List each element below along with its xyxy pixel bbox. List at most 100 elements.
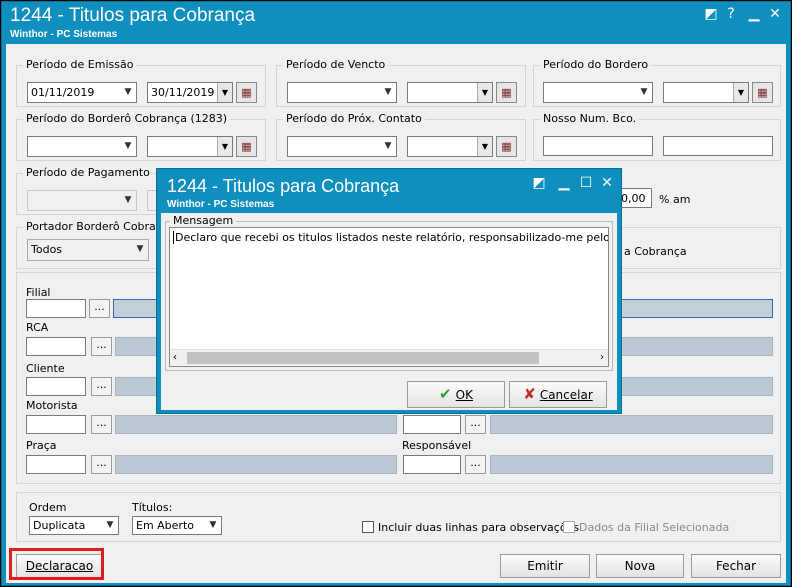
- secondary-search-button[interactable]: ...: [465, 415, 486, 434]
- ok-label: OK: [455, 388, 473, 402]
- calendar-icon[interactable]: ▦: [236, 82, 257, 103]
- mensagem-dialog: 1244 - Titulos para Cobrança Winthor - P…: [156, 168, 622, 414]
- minimize-icon[interactable]: ▁: [745, 6, 763, 22]
- portador-extra-label: a Cobrança: [624, 245, 687, 258]
- calendar-icon[interactable]: ▦: [236, 136, 257, 157]
- ok-button[interactable]: ✔ OK: [407, 381, 505, 408]
- nosso-num-end-input[interactable]: [663, 136, 773, 156]
- maximize-icon[interactable]: ☐: [577, 175, 595, 191]
- portador-select[interactable]: Todos ▼: [27, 239, 149, 261]
- bordero-end-field[interactable]: ▼: [663, 82, 749, 103]
- chevron-down-icon: ▼: [106, 520, 114, 530]
- chevron-down-icon: ▼: [477, 137, 492, 156]
- nosso-num-group: Nosso Num. Bco.: [533, 112, 781, 161]
- chevron-down-icon: ▼: [217, 137, 232, 156]
- chevron-down-icon: ▼: [384, 87, 392, 97]
- cliente-search-button[interactable]: ...: [91, 377, 112, 396]
- mensagem-text: Declaro que recebi os titulos listados n…: [173, 231, 608, 244]
- titulos-value: Em Aberto: [136, 519, 195, 532]
- filial-search-button[interactable]: ...: [89, 299, 110, 318]
- scroll-right-icon[interactable]: ›: [600, 352, 604, 363]
- chevron-down-icon: ▼: [640, 87, 648, 97]
- help-icon[interactable]: ?: [722, 6, 740, 22]
- cancel-button[interactable]: ✘ Cancelar: [509, 381, 607, 408]
- mensagem-textarea[interactable]: Declaro que recebi os titulos listados n…: [169, 227, 609, 367]
- filial-selecionada-label: Dados da Filial Selecionada: [579, 521, 730, 534]
- vencto-end-field[interactable]: ▼: [407, 82, 493, 103]
- pagamento-start-field[interactable]: ▼: [27, 190, 137, 211]
- periodo-emissao-label: Período de Emissão: [23, 58, 137, 71]
- chevron-down-icon: ▼: [124, 87, 132, 97]
- horizontal-scrollbar[interactable]: ‹ ›: [170, 349, 608, 366]
- mensagem-label: Mensagem: [170, 214, 237, 227]
- rca-label: RCA: [26, 321, 49, 334]
- motorista-desc: [115, 415, 397, 434]
- close-icon[interactable]: ✕: [598, 175, 616, 191]
- calendar-icon[interactable]: ▦: [752, 82, 773, 103]
- emissao-start-field[interactable]: 01/11/2019 ▼: [27, 82, 137, 103]
- filial-input[interactable]: [26, 299, 86, 318]
- prox-contato-start-field[interactable]: ▼: [287, 136, 397, 157]
- close-icon[interactable]: ✕: [766, 6, 784, 22]
- praca-input[interactable]: [26, 455, 86, 474]
- periodo-bordero-cobranca-label: Período do Borderô Cobrança (1283): [23, 112, 231, 125]
- prox-contato-end-field[interactable]: ▼: [407, 136, 493, 157]
- titulos-label: Títulos:: [132, 501, 173, 514]
- chevron-down-icon: ▼: [209, 520, 217, 530]
- responsavel-input[interactable]: [403, 455, 461, 474]
- periodo-prox-contato-group: Período do Próx. Contato ▼ ▼ ▦: [276, 112, 526, 161]
- x-icon: ✘: [523, 385, 536, 403]
- restore-icon[interactable]: ◩: [530, 175, 548, 191]
- emissao-start-value: 01/11/2019: [31, 86, 95, 99]
- chevron-down-icon: ▼: [217, 83, 232, 102]
- filial-selecionada-checkbox[interactable]: [563, 521, 575, 533]
- bordero-cobranca-end-field[interactable]: ▼: [147, 136, 233, 157]
- restore-icon[interactable]: ◩: [702, 6, 720, 22]
- motorista-label: Motorista: [26, 399, 78, 412]
- chevron-down-icon: ▼: [733, 83, 748, 102]
- periodo-vencto-label: Período de Vencto: [283, 58, 389, 71]
- secondary-input[interactable]: [403, 415, 461, 434]
- nova-button[interactable]: Nova: [596, 554, 684, 578]
- rca-input[interactable]: [26, 337, 86, 356]
- motorista-search-button[interactable]: ...: [91, 415, 112, 434]
- declaracao-highlight: [9, 548, 104, 580]
- vencto-start-field[interactable]: ▼: [287, 82, 397, 103]
- nosso-num-start-input[interactable]: [543, 136, 653, 156]
- periodo-emissao-group: Período de Emissão 01/11/2019 ▼ 30/11/20…: [16, 58, 266, 107]
- cancel-label: Cancelar: [539, 388, 593, 402]
- ordem-select[interactable]: Duplicata ▼: [29, 516, 119, 535]
- emissao-end-value: 30/11/2019: [151, 86, 215, 99]
- fechar-button[interactable]: Fechar: [691, 554, 781, 578]
- calendar-icon[interactable]: ▦: [496, 82, 517, 103]
- ordem-label: Ordem: [29, 501, 67, 514]
- praca-search-button[interactable]: ...: [91, 455, 112, 474]
- secondary-desc: [490, 415, 773, 434]
- duas-linhas-checkbox[interactable]: [362, 521, 374, 533]
- praca-label: Praça: [26, 439, 57, 452]
- chevron-down-icon: ▼: [384, 141, 392, 151]
- emitir-button[interactable]: Emitir: [500, 554, 590, 578]
- periodo-prox-contato-label: Período do Próx. Contato: [283, 112, 425, 125]
- cliente-input[interactable]: [26, 377, 86, 396]
- emissao-end-field[interactable]: 30/11/2019 ▼: [147, 82, 233, 103]
- responsavel-label: Responsável: [402, 439, 472, 452]
- check-icon: ✔: [439, 385, 452, 403]
- motorista-input[interactable]: [26, 415, 86, 434]
- periodo-bordero-cobranca-group: Período do Borderô Cobrança (1283) ▼ ▼ ▦: [16, 112, 266, 161]
- scrollbar-thumb[interactable]: [187, 352, 539, 364]
- chevron-down-icon: ▼: [124, 141, 132, 151]
- titulos-select[interactable]: Em Aberto ▼: [132, 516, 222, 535]
- scroll-left-icon[interactable]: ‹: [173, 352, 177, 363]
- calendar-icon[interactable]: ▦: [496, 136, 517, 157]
- periodo-pagamento-label: Período de Pagamento: [23, 166, 153, 179]
- responsavel-search-button[interactable]: ...: [465, 455, 486, 474]
- options-group: [16, 492, 781, 542]
- bordero-start-field[interactable]: ▼: [543, 82, 653, 103]
- periodo-bordero-group: Período do Bordero ▼ ▼ ▦: [533, 58, 781, 107]
- minimize-icon[interactable]: ▁: [555, 175, 573, 191]
- bordero-cobranca-start-field[interactable]: ▼: [27, 136, 137, 157]
- window-subtitle: Winthor - PC Sistemas: [10, 29, 118, 40]
- filial-label: Filial: [26, 286, 51, 299]
- rca-search-button[interactable]: ...: [91, 337, 112, 356]
